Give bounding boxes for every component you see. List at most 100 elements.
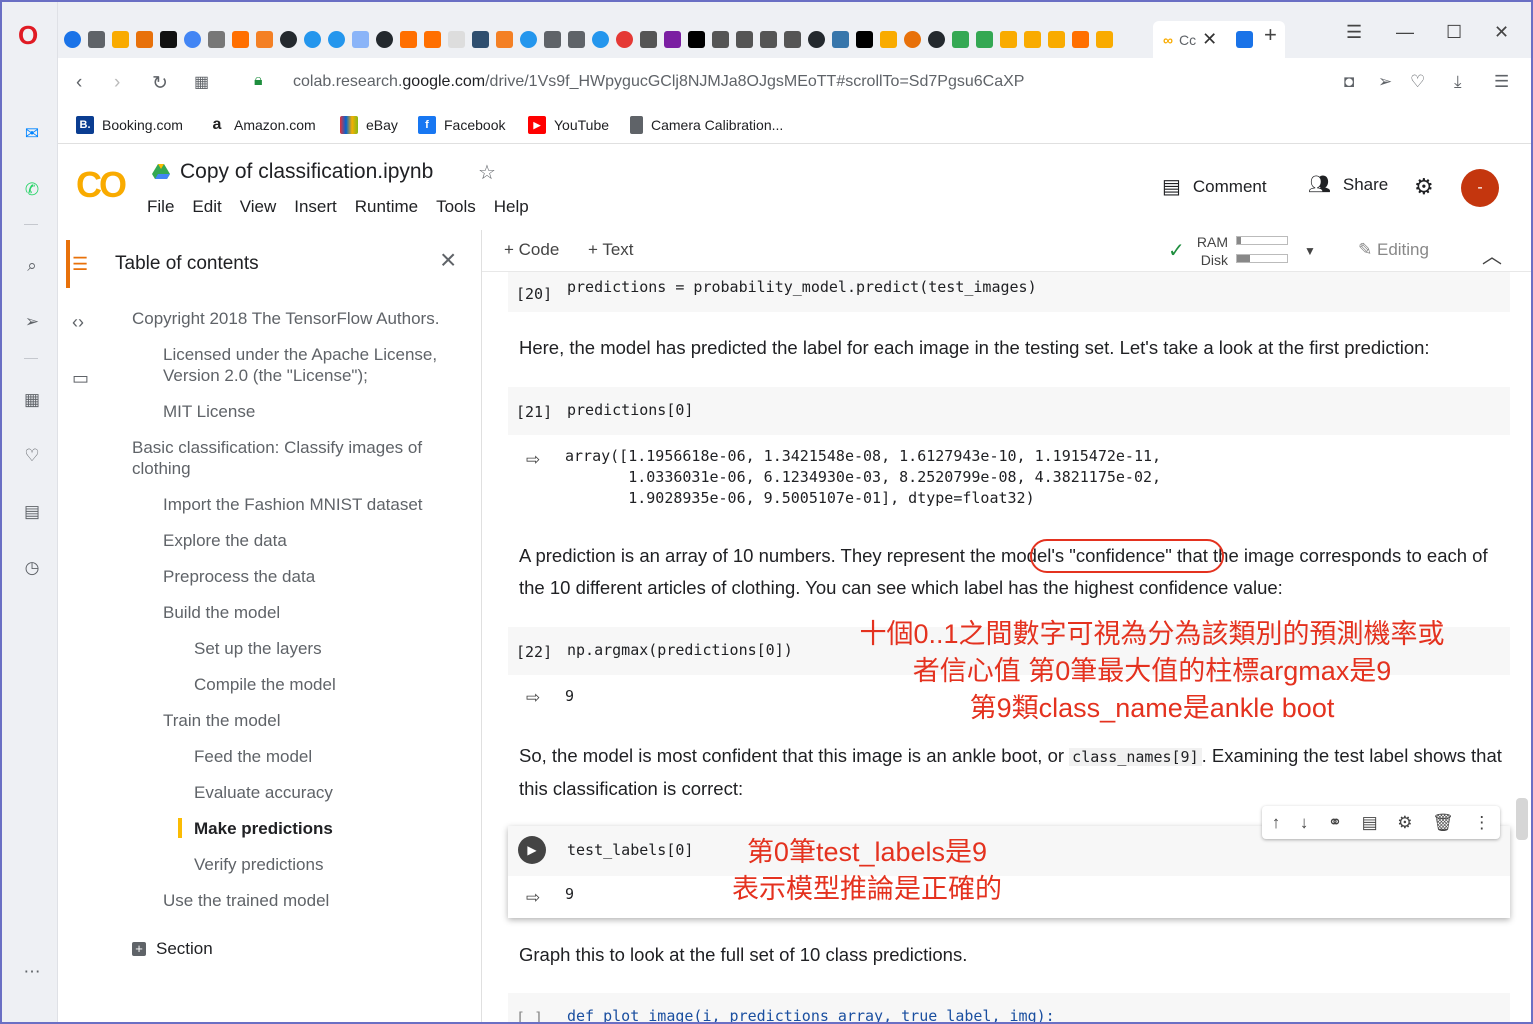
gear-icon[interactable]: ⚙ [1397, 813, 1412, 833]
tab-favicon[interactable] [1000, 31, 1017, 48]
tab-favicon[interactable] [496, 31, 513, 48]
menu-runtime[interactable]: Runtime [355, 197, 418, 217]
menu-view[interactable]: View [240, 197, 277, 217]
maximize-icon[interactable]: ☐ [1446, 22, 1462, 43]
tab-favicon[interactable] [304, 31, 321, 48]
lock-icon[interactable]: 🔒︎ [254, 72, 263, 90]
toc-item[interactable]: Verify predictions [194, 854, 323, 875]
code-input[interactable]: def plot_image(i, predictions_array, tru… [567, 1007, 1055, 1022]
send-icon[interactable]: ➢ [20, 310, 44, 334]
messenger-icon[interactable]: ✉ [20, 122, 44, 146]
opera-logo[interactable]: O [18, 20, 38, 51]
text-cell[interactable]: A prediction is an array of 10 numbers. … [519, 540, 1514, 604]
back-icon[interactable]: ‹ [76, 72, 82, 94]
tab-favicon[interactable] [328, 31, 345, 48]
toc-item[interactable]: MIT License [163, 401, 255, 422]
tab-favicon[interactable] [976, 31, 993, 48]
text-cell[interactable]: Here, the model has predicted the label … [519, 332, 1514, 364]
colab-logo[interactable]: CO [76, 164, 127, 206]
tab-favicon[interactable] [280, 31, 297, 48]
download-icon[interactable]: ⤓ [1454, 72, 1462, 92]
avatar[interactable]: - [1461, 169, 1499, 207]
arrow-down-icon[interactable]: ↓ [1300, 813, 1309, 833]
tab-favicon[interactable] [664, 31, 681, 48]
toc-item[interactable]: Feed the model [194, 746, 312, 767]
star-icon[interactable]: ☆ [478, 160, 496, 185]
easy-setup-icon[interactable]: ☰ [1494, 72, 1509, 92]
whatsapp-icon[interactable]: ✆ [20, 178, 44, 202]
tab-favicon[interactable] [688, 31, 705, 48]
more-icon[interactable]: ⋯ [20, 960, 44, 984]
tab-favicon[interactable] [544, 31, 561, 48]
tab-favicon[interactable] [760, 31, 777, 48]
close-tab-icon[interactable]: ✕ [1202, 29, 1217, 50]
tab-favicon[interactable] [400, 31, 417, 48]
add-section-button[interactable]: + Section [132, 938, 213, 959]
code-cell[interactable]: [20] predictions = probability_model.pre… [508, 272, 1510, 312]
output-icon[interactable]: ⇨ [526, 688, 540, 708]
toc-item[interactable]: Compile the model [194, 674, 336, 695]
send-icon[interactable]: ➢ [1378, 72, 1392, 92]
search-icon[interactable]: ⌕ [20, 254, 44, 278]
toc-item[interactable]: Evaluate accuracy [194, 782, 333, 803]
snapshot-icon[interactable]: ◘ [1344, 72, 1354, 92]
gear-icon[interactable]: ⚙ [1414, 174, 1434, 200]
url-field[interactable]: colab.research.google.com/drive/1Vs9f_HW… [293, 73, 1024, 91]
forward-icon[interactable]: › [114, 72, 120, 94]
tab-menu-icon[interactable]: ☰ [1346, 22, 1362, 43]
heart-icon[interactable]: ♡ [1410, 72, 1425, 92]
bookmark-amazon[interactable]: a Amazon.com [208, 116, 316, 134]
tab-favicon[interactable] [736, 31, 753, 48]
code-input[interactable]: test_labels[0] [567, 841, 693, 859]
tab-favicon[interactable] [256, 31, 273, 48]
add-text-button[interactable]: + Text [588, 240, 634, 260]
code-input[interactable]: predictions[0] [567, 401, 693, 419]
tab-favicon[interactable] [640, 31, 657, 48]
tab-favicon[interactable] [208, 31, 225, 48]
toc-item[interactable]: Preprocess the data [163, 566, 315, 587]
tab-favicon[interactable] [520, 31, 537, 48]
toc-item[interactable]: Copyright 2018 The TensorFlow Authors. [132, 308, 462, 329]
chevron-down-icon[interactable]: ▼ [1304, 244, 1316, 258]
close-window-icon[interactable]: ✕ [1494, 22, 1509, 43]
arrow-up-icon[interactable]: ↑ [1272, 813, 1281, 833]
editing-button[interactable]: ✎ Editing [1358, 240, 1429, 260]
menu-edit[interactable]: Edit [192, 197, 221, 217]
news-icon[interactable]: ▤ [20, 500, 44, 524]
tab-favicon[interactable] [184, 31, 201, 48]
share-button[interactable]: 👥︎ Share [1308, 174, 1388, 195]
new-tab-icon[interactable]: + [1264, 22, 1277, 48]
toc-item[interactable]: Explore the data [163, 530, 287, 551]
tab-favicon[interactable] [880, 31, 897, 48]
text-cell[interactable]: Graph this to look at the full set of 10… [519, 939, 1514, 971]
speed-dial-icon[interactable]: ▦ [194, 72, 209, 92]
comment-icon[interactable]: ▤ [1362, 813, 1378, 833]
speed-dial-icon[interactable]: ▦ [20, 388, 44, 412]
tab-favicon[interactable] [472, 31, 489, 48]
toc-item[interactable]: Set up the layers [194, 638, 322, 659]
toc-item[interactable]: Import the Fashion MNIST dataset [163, 494, 423, 515]
bookmark-youtube[interactable]: ▶ YouTube [528, 116, 609, 134]
tab-favicon[interactable] [832, 31, 849, 48]
tab-favicon[interactable] [1072, 31, 1089, 48]
add-code-button[interactable]: + Code [504, 240, 559, 260]
tab-favicon[interactable] [784, 31, 801, 48]
tab-favicon[interactable] [1096, 31, 1113, 48]
notebook-title[interactable]: Copy of classification.ipynb [180, 160, 433, 184]
tab-favicon[interactable] [1236, 31, 1253, 48]
chevron-up-icon[interactable]: ︿ [1482, 240, 1502, 269]
code-cell[interactable]: [21] predictions[0] [508, 387, 1510, 435]
scrollbar[interactable] [1516, 798, 1528, 840]
tab-favicon[interactable] [856, 31, 873, 48]
tab-favicon[interactable] [88, 31, 105, 48]
more-vert-icon[interactable]: ⋮ [1473, 813, 1490, 833]
tab-favicon[interactable] [136, 31, 153, 48]
toc-item-current[interactable]: Make predictions [194, 818, 333, 839]
tab-favicon[interactable] [448, 31, 465, 48]
tab-favicon[interactable] [928, 31, 945, 48]
tab-favicon[interactable] [904, 31, 921, 48]
reload-icon[interactable]: ↻ [152, 72, 168, 95]
menu-insert[interactable]: Insert [294, 197, 337, 217]
toc-item[interactable]: Licensed under the Apache License, Versi… [163, 344, 463, 386]
toc-item[interactable]: Basic classification: Classify images of… [132, 437, 452, 479]
